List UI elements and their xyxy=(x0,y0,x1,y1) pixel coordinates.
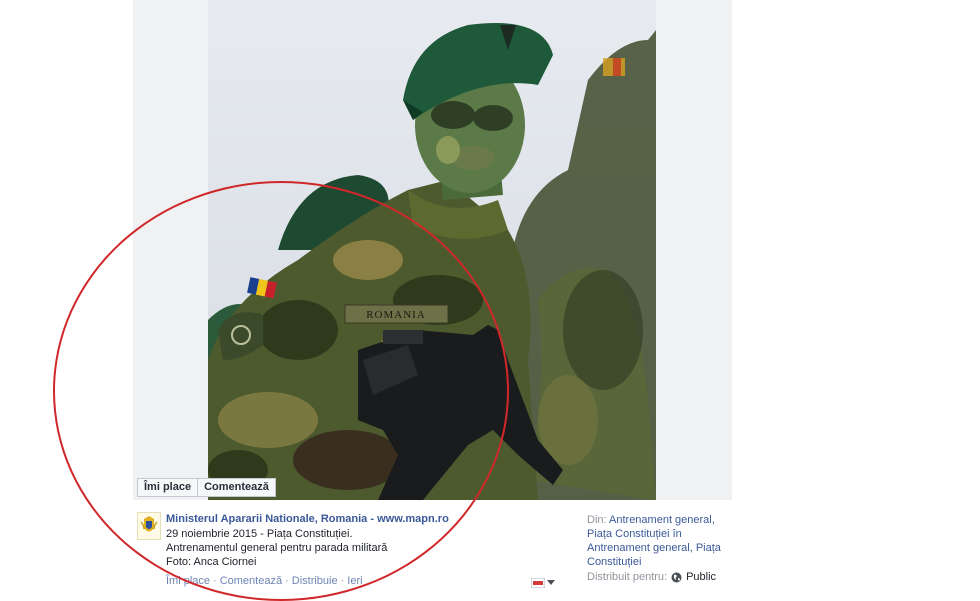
comment-link[interactable]: Comentează xyxy=(220,575,282,587)
shared-with-label: Distribuit pentru: xyxy=(587,571,668,583)
like-link[interactable]: Îmi place xyxy=(166,575,210,587)
photo-like-button[interactable]: Îmi place xyxy=(137,478,199,497)
name-tape-text: ROMANIA xyxy=(366,309,426,321)
page-name-link[interactable]: Ministerul Apararii Nationale, Romania -… xyxy=(166,513,449,525)
audience-public[interactable]: Public xyxy=(686,571,716,583)
coat-of-arms-icon xyxy=(140,516,158,532)
album-info: Din: Antrenament general, Piața Constitu… xyxy=(587,513,727,569)
separator: · xyxy=(213,575,217,587)
soldier-photo[interactable]: ROMANIA xyxy=(208,0,656,500)
globe-icon xyxy=(671,572,682,582)
photo-viewer: ROMANIA xyxy=(133,0,732,500)
chevron-down-icon xyxy=(547,580,555,585)
flag-icon xyxy=(531,578,545,588)
timestamp-link[interactable]: Ieri xyxy=(347,575,362,587)
separator: · xyxy=(285,575,289,587)
post-actions: Îmi place · Comentează · Distribuie · Ieri xyxy=(166,575,363,587)
audience-row: Distribuit pentru: Public xyxy=(587,571,716,583)
post-options-menu[interactable] xyxy=(531,577,557,589)
post-photo-credit: Foto: Anca Ciornei xyxy=(166,556,257,568)
photo-comment-button[interactable]: Comentează xyxy=(198,478,276,497)
share-link[interactable]: Distribuie xyxy=(292,575,338,587)
album-link[interactable]: Antrenament general, Piața Constituției … xyxy=(587,514,721,568)
from-label: Din: xyxy=(587,514,607,526)
post-caption: Antrenamentul general pentru parada mili… xyxy=(166,542,388,554)
photo-actions: Îmi place Comentează xyxy=(137,478,276,497)
page-avatar[interactable] xyxy=(137,512,161,540)
post-date-location: 29 noiembrie 2015 - Piața Constituției. xyxy=(166,528,353,540)
separator: · xyxy=(340,575,345,587)
